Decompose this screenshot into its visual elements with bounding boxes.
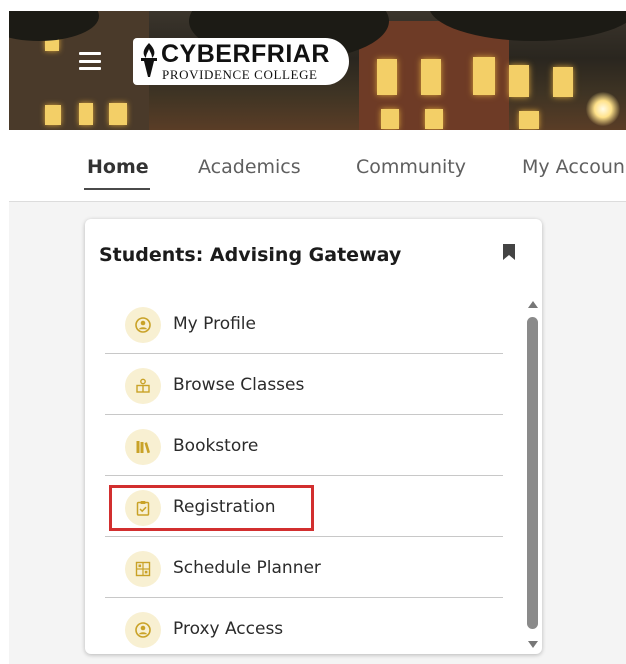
friar-torch-icon: [141, 43, 157, 77]
active-tab-indicator: [84, 188, 150, 190]
item-label: Registration: [173, 497, 276, 517]
card-scrollbar[interactable]: [525, 299, 541, 652]
item-label: Bookstore: [173, 436, 259, 456]
scrollbar-thumb[interactable]: [527, 317, 538, 629]
registration-clipboard-icon: [125, 490, 161, 526]
bookmark-icon[interactable]: [503, 244, 515, 260]
scroll-down-arrow-icon[interactable]: [528, 641, 538, 648]
bookstore-icon: [125, 429, 161, 465]
browse-classes-icon: [125, 368, 161, 404]
profile-icon: [125, 307, 161, 343]
list-item-bookstore[interactable]: Bookstore: [105, 415, 503, 476]
item-label: Schedule Planner: [173, 558, 321, 578]
list-item-schedule-planner[interactable]: Schedule Planner: [105, 537, 503, 598]
list-item-my-profile[interactable]: My Profile: [105, 293, 503, 354]
card-title: Students: Advising Gateway: [99, 244, 402, 266]
tab-academics[interactable]: Academics: [198, 156, 301, 178]
tab-home[interactable]: Home: [87, 156, 149, 178]
hamburger-menu-icon[interactable]: [79, 52, 101, 70]
tab-community[interactable]: Community: [356, 156, 466, 178]
item-label: Proxy Access: [173, 619, 284, 639]
advising-gateway-card: Students: Advising Gateway My Profile Br…: [85, 219, 542, 654]
cyberfriar-logo[interactable]: CYBERFRIAR PROVIDENCE COLLEGE: [133, 38, 349, 85]
item-label: My Profile: [173, 314, 256, 334]
proxy-access-icon: [125, 612, 161, 648]
sun-glare: [586, 92, 620, 126]
list-item-registration[interactable]: Registration: [105, 476, 503, 537]
main-nav-tabs: Home Academics Community My Accoun: [0, 130, 626, 202]
logo-subtitle: PROVIDENCE COLLEGE: [162, 67, 318, 82]
scroll-up-arrow-icon[interactable]: [528, 301, 538, 308]
item-label: Browse Classes: [173, 375, 305, 395]
tab-my-account[interactable]: My Accoun: [522, 156, 625, 178]
list-item-proxy-access[interactable]: Proxy Access: [105, 598, 503, 654]
list-item-browse-classes[interactable]: Browse Classes: [105, 354, 503, 415]
schedule-planner-icon: [125, 551, 161, 587]
logo-title: CYBERFRIAR: [161, 40, 330, 68]
